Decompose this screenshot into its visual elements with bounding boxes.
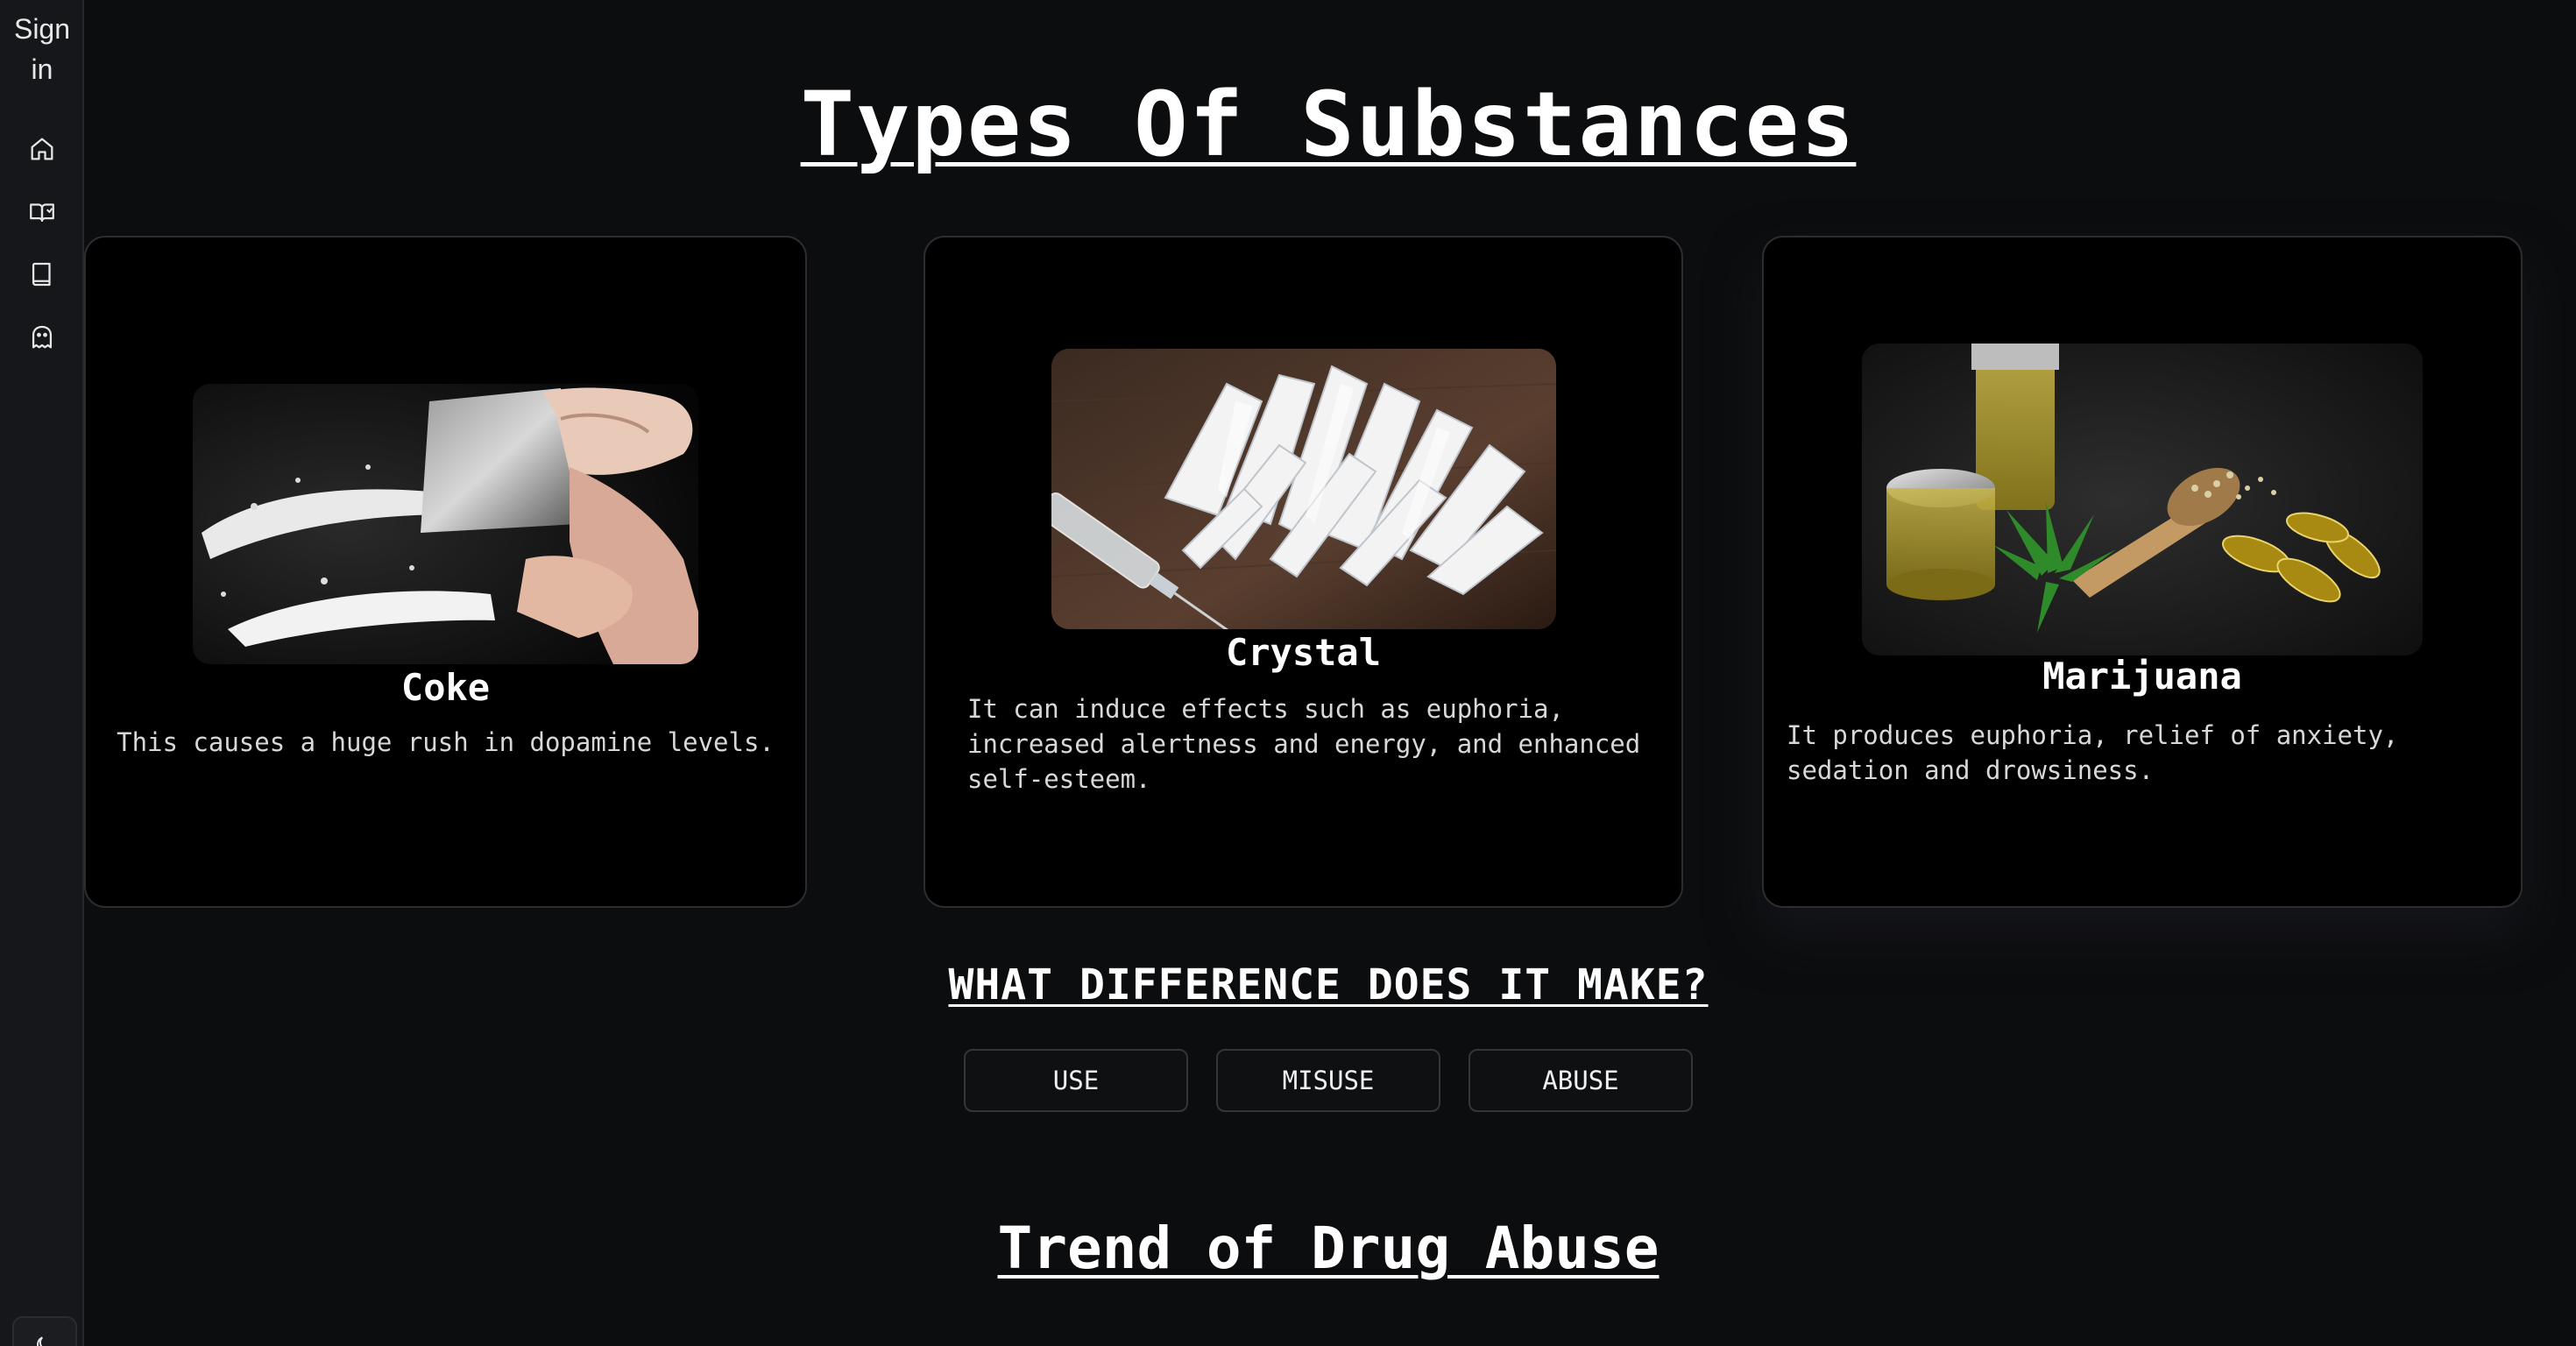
- misuse-button[interactable]: MISUSE: [1216, 1049, 1440, 1112]
- book-open-icon[interactable]: [25, 195, 60, 230]
- card-title: Marijuana: [2042, 655, 2242, 698]
- ghost-icon[interactable]: [25, 320, 60, 355]
- moon-icon: [37, 1336, 44, 1346]
- difference-section-title: WHAT DIFFERENCE DOES IT MAKE?: [948, 960, 1709, 1010]
- card-description: It can induce effects such as euphoria, …: [967, 694, 1641, 794]
- card-description: It produces euphoria, relief of anxiety,…: [1787, 720, 2399, 785]
- trend-section-title: Trend of Drug Abuse: [997, 1215, 1660, 1282]
- theme-toggle-button[interactable]: [12, 1316, 77, 1346]
- abuse-button[interactable]: ABUSE: [1468, 1049, 1693, 1112]
- card-title: Crystal: [1225, 631, 1381, 674]
- card-description: This causes a huge rush in dopamine leve…: [117, 727, 775, 757]
- page-title: Types Of Substances: [800, 73, 1857, 177]
- sidebar: Sign in: [0, 0, 84, 1346]
- substance-card-crystal: Crystal It can induce effects such as eu…: [924, 236, 1683, 908]
- coke-image: [193, 384, 698, 664]
- sign-in-link[interactable]: Sign in: [0, 9, 84, 89]
- substance-card-coke: Coke This causes a huge rush in dopamine…: [84, 236, 807, 908]
- book-icon[interactable]: [25, 257, 60, 292]
- use-button[interactable]: USE: [964, 1049, 1188, 1112]
- card-title: Coke: [400, 666, 491, 709]
- home-icon[interactable]: [25, 131, 60, 166]
- crystal-image: [1051, 349, 1556, 629]
- substance-card-marijuana: Marijuana It produces euphoria, relief o…: [1762, 236, 2523, 908]
- marijuana-image: [1862, 344, 2423, 655]
